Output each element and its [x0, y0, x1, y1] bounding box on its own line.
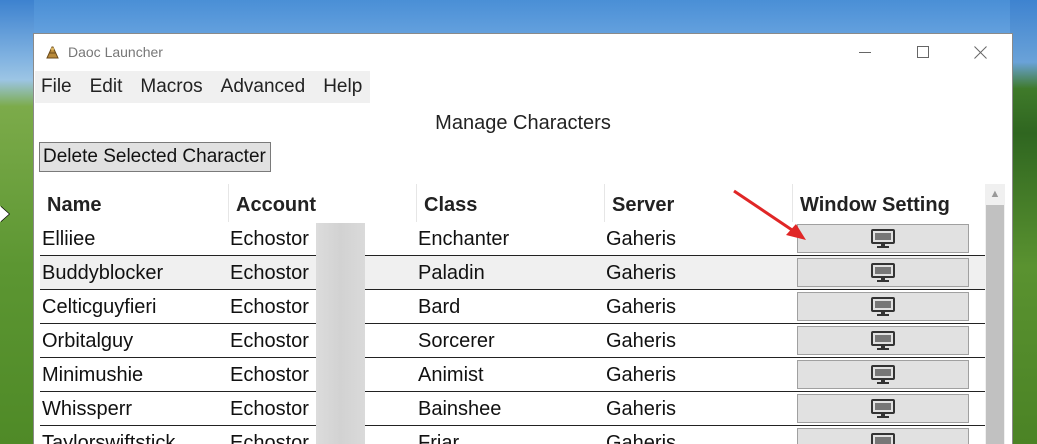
- cell-class: Sorcerer: [418, 330, 495, 352]
- table-row[interactable]: Buddyblocker Echostor Paladin Gaheris: [40, 256, 985, 290]
- desktop-background-right: [1010, 0, 1037, 444]
- redacted-account-block: [316, 223, 365, 444]
- table-row[interactable]: Whissperr Echostor Bainshee Gaheris: [40, 392, 985, 426]
- cell-window-setting: [794, 222, 972, 255]
- scroll-up-arrow-icon[interactable]: ▲: [985, 184, 1005, 204]
- table-row[interactable]: Orbitalguy Echostor Sorcerer Gaheris: [40, 324, 985, 358]
- menu-file[interactable]: File: [41, 71, 90, 103]
- table-row[interactable]: Taylorswiftstick Echostor Friar Gaheris: [40, 426, 985, 444]
- window-setting-button[interactable]: [797, 292, 969, 321]
- cell-window-setting: [794, 392, 972, 425]
- cell-name: Minimushie: [42, 364, 144, 386]
- cell-name: Elliiee: [42, 228, 96, 250]
- delete-selected-character-button[interactable]: Delete Selected Character: [39, 142, 271, 172]
- cell-name: Orbitalguy: [42, 330, 134, 352]
- window-setting-button[interactable]: [797, 258, 969, 287]
- table-row[interactable]: Celticguyfieri Echostor Bard Gaheris: [40, 290, 985, 324]
- monitor-icon: [871, 228, 895, 248]
- cell-class: Animist: [418, 364, 484, 386]
- page-title: Manage Characters: [435, 112, 611, 134]
- cell-class: Friar: [418, 432, 460, 444]
- window-setting-button[interactable]: [797, 224, 969, 253]
- column-header-class[interactable]: Class: [416, 184, 604, 222]
- scroll-thumb[interactable]: [986, 205, 1004, 444]
- cell-name: Taylorswiftstick: [42, 432, 176, 444]
- window-setting-button[interactable]: [797, 360, 969, 389]
- close-icon: [974, 45, 988, 59]
- column-header-name[interactable]: Name: [40, 184, 228, 222]
- cell-class: Bainshee: [418, 398, 502, 420]
- monitor-icon: [871, 432, 895, 444]
- cell-server: Gaheris: [606, 262, 677, 284]
- table-row[interactable]: Minimushie Echostor Animist Gaheris: [40, 358, 985, 392]
- cell-server: Gaheris: [606, 432, 677, 444]
- cell-server: Gaheris: [606, 398, 677, 420]
- menu-help[interactable]: Help: [323, 71, 370, 103]
- cell-class: Bard: [418, 296, 461, 318]
- cell-name: Celticguyfieri: [42, 296, 157, 318]
- cell-server: Gaheris: [606, 330, 677, 352]
- column-header-window-setting[interactable]: Window Setting: [792, 184, 985, 222]
- cell-class: Paladin: [418, 262, 485, 284]
- vertical-scrollbar[interactable]: ▲: [985, 184, 1005, 444]
- cell-name: Whissperr: [42, 398, 133, 420]
- cell-window-setting: [794, 426, 972, 444]
- menu-bar: File Edit Macros Advanced Help: [35, 71, 371, 103]
- close-button[interactable]: [958, 34, 1004, 70]
- cell-window-setting: [794, 358, 972, 391]
- cell-window-setting: [794, 290, 972, 323]
- characters-table: Name Account Class Server Window Setting…: [40, 184, 985, 444]
- column-header-server[interactable]: Server: [604, 184, 792, 222]
- monitor-icon: [871, 330, 895, 350]
- app-window: Daoc Launcher File Edit Macros Advanced …: [33, 33, 1013, 444]
- title-bar[interactable]: Daoc Launcher: [34, 34, 1012, 70]
- monitor-icon: [871, 262, 895, 282]
- maximize-icon: [917, 46, 929, 58]
- cell-name: Buddyblocker: [42, 262, 164, 284]
- monitor-icon: [871, 364, 895, 384]
- cell-server: Gaheris: [606, 364, 677, 386]
- monitor-icon: [871, 296, 895, 316]
- menu-edit[interactable]: Edit: [90, 71, 141, 103]
- column-header-account[interactable]: Account: [228, 184, 416, 222]
- app-icon: [46, 46, 59, 59]
- cell-server: Gaheris: [606, 228, 677, 250]
- table-row[interactable]: Elliiee Echostor Enchanter Gaheris: [40, 222, 985, 256]
- monitor-icon: [871, 398, 895, 418]
- window-setting-button[interactable]: [797, 428, 969, 444]
- window-setting-button[interactable]: [797, 326, 969, 355]
- mouse-cursor-icon: [0, 206, 9, 222]
- cell-window-setting: [794, 324, 972, 357]
- cell-server: Gaheris: [606, 296, 677, 318]
- cell-window-setting: [794, 256, 972, 289]
- desktop-background-left: [0, 0, 34, 444]
- menu-advanced[interactable]: Advanced: [221, 71, 324, 103]
- table-body: Elliiee Echostor Enchanter Gaheris Buddy…: [40, 222, 985, 444]
- window-title: Daoc Launcher: [68, 44, 163, 60]
- window-setting-button[interactable]: [797, 394, 969, 423]
- table-header: Name Account Class Server Window Setting: [40, 184, 985, 222]
- maximize-button[interactable]: [900, 34, 946, 70]
- minimize-button[interactable]: [842, 34, 888, 70]
- menu-macros[interactable]: Macros: [140, 71, 220, 103]
- minimize-icon: [859, 51, 871, 53]
- cell-class: Enchanter: [418, 228, 510, 250]
